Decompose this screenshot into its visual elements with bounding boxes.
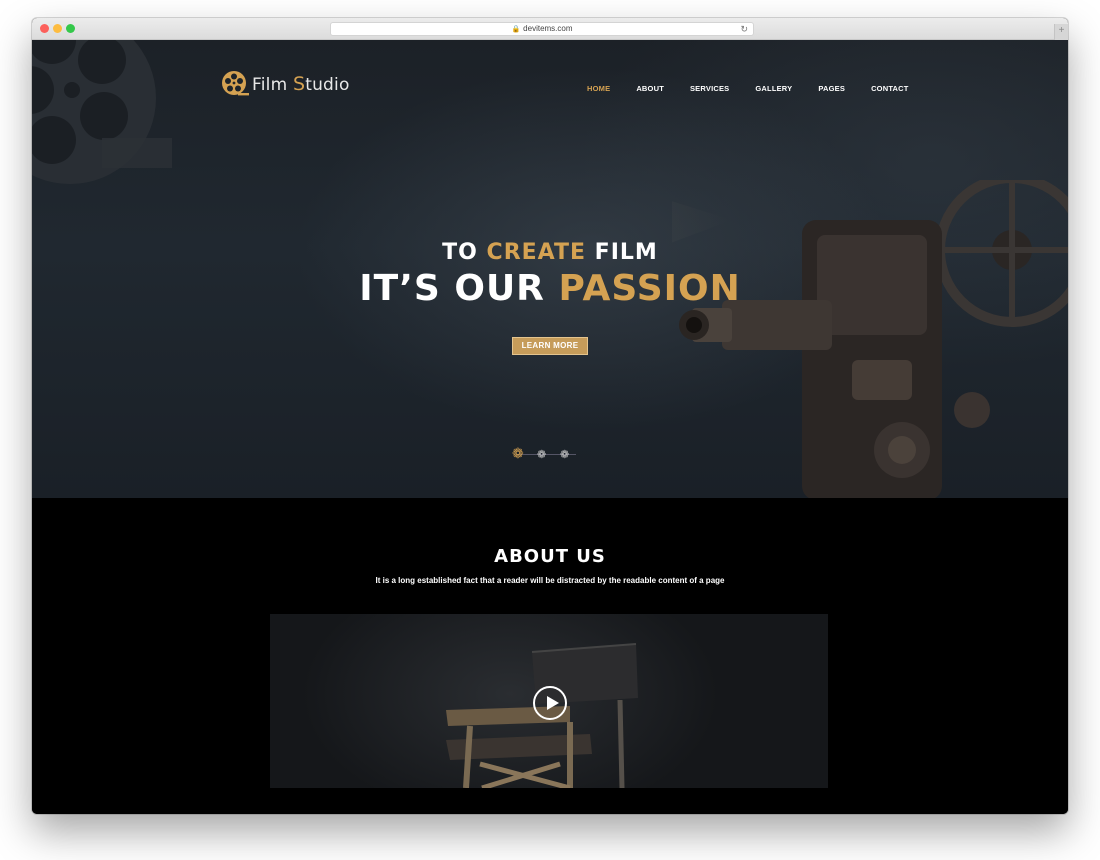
film-projector-image <box>672 180 1068 498</box>
hero-headline: IT’S OUR PASSION <box>359 268 741 309</box>
browser-window: 🔒 devitems.com ↻ + Film Studio HOME ABOU… <box>32 18 1068 814</box>
slide-1-reel-icon[interactable]: ❁ <box>512 446 524 460</box>
about-title: ABOUT US <box>494 546 606 567</box>
browser-toolbar: 🔒 devitems.com ↻ + <box>32 18 1068 40</box>
slide-3-reel-icon[interactable]: ❁ <box>560 448 569 462</box>
about-subtitle: It is a long established fact that a rea… <box>375 576 725 585</box>
nav-contact[interactable]: CONTACT <box>871 84 909 93</box>
learn-more-button[interactable]: LEARN MORE <box>512 337 588 355</box>
url-text: devitems.com <box>523 24 573 33</box>
slide-2-reel-icon[interactable]: ❁ <box>537 448 546 462</box>
new-tab-button[interactable]: + <box>1054 24 1068 40</box>
reload-icon[interactable]: ↻ <box>740 23 748 35</box>
close-window-button[interactable] <box>40 24 49 33</box>
nav-gallery[interactable]: GALLERY <box>755 84 792 93</box>
about-video[interactable] <box>270 614 828 788</box>
about-section: ABOUT US It is a long established fact t… <box>32 498 1068 814</box>
hero-section: Film Studio HOME ABOUT SERVICES GALLERY … <box>32 40 1068 498</box>
nav-pages[interactable]: PAGES <box>818 84 845 93</box>
main-nav: HOME ABOUT SERVICES GALLERY PAGES CONTAC… <box>587 84 935 93</box>
nav-about[interactable]: ABOUT <box>636 84 664 93</box>
logo-text: Film Studio <box>252 73 350 95</box>
hero-tagline: TO CREATE FILM <box>442 240 658 265</box>
film-reel-icon <box>32 40 172 184</box>
minimize-window-button[interactable] <box>53 24 62 33</box>
play-icon[interactable] <box>533 686 567 720</box>
maximize-window-button[interactable] <box>66 24 75 33</box>
site-logo[interactable]: Film Studio <box>220 68 350 100</box>
address-bar[interactable]: 🔒 devitems.com ↻ <box>330 22 754 36</box>
nav-home[interactable]: HOME <box>587 84 610 93</box>
lock-icon: 🔒 <box>511 26 521 33</box>
film-reel-logo-icon <box>222 71 249 96</box>
nav-services[interactable]: SERVICES <box>690 84 729 93</box>
slider-pagination: ❁ ❁ ❁ <box>510 446 590 462</box>
